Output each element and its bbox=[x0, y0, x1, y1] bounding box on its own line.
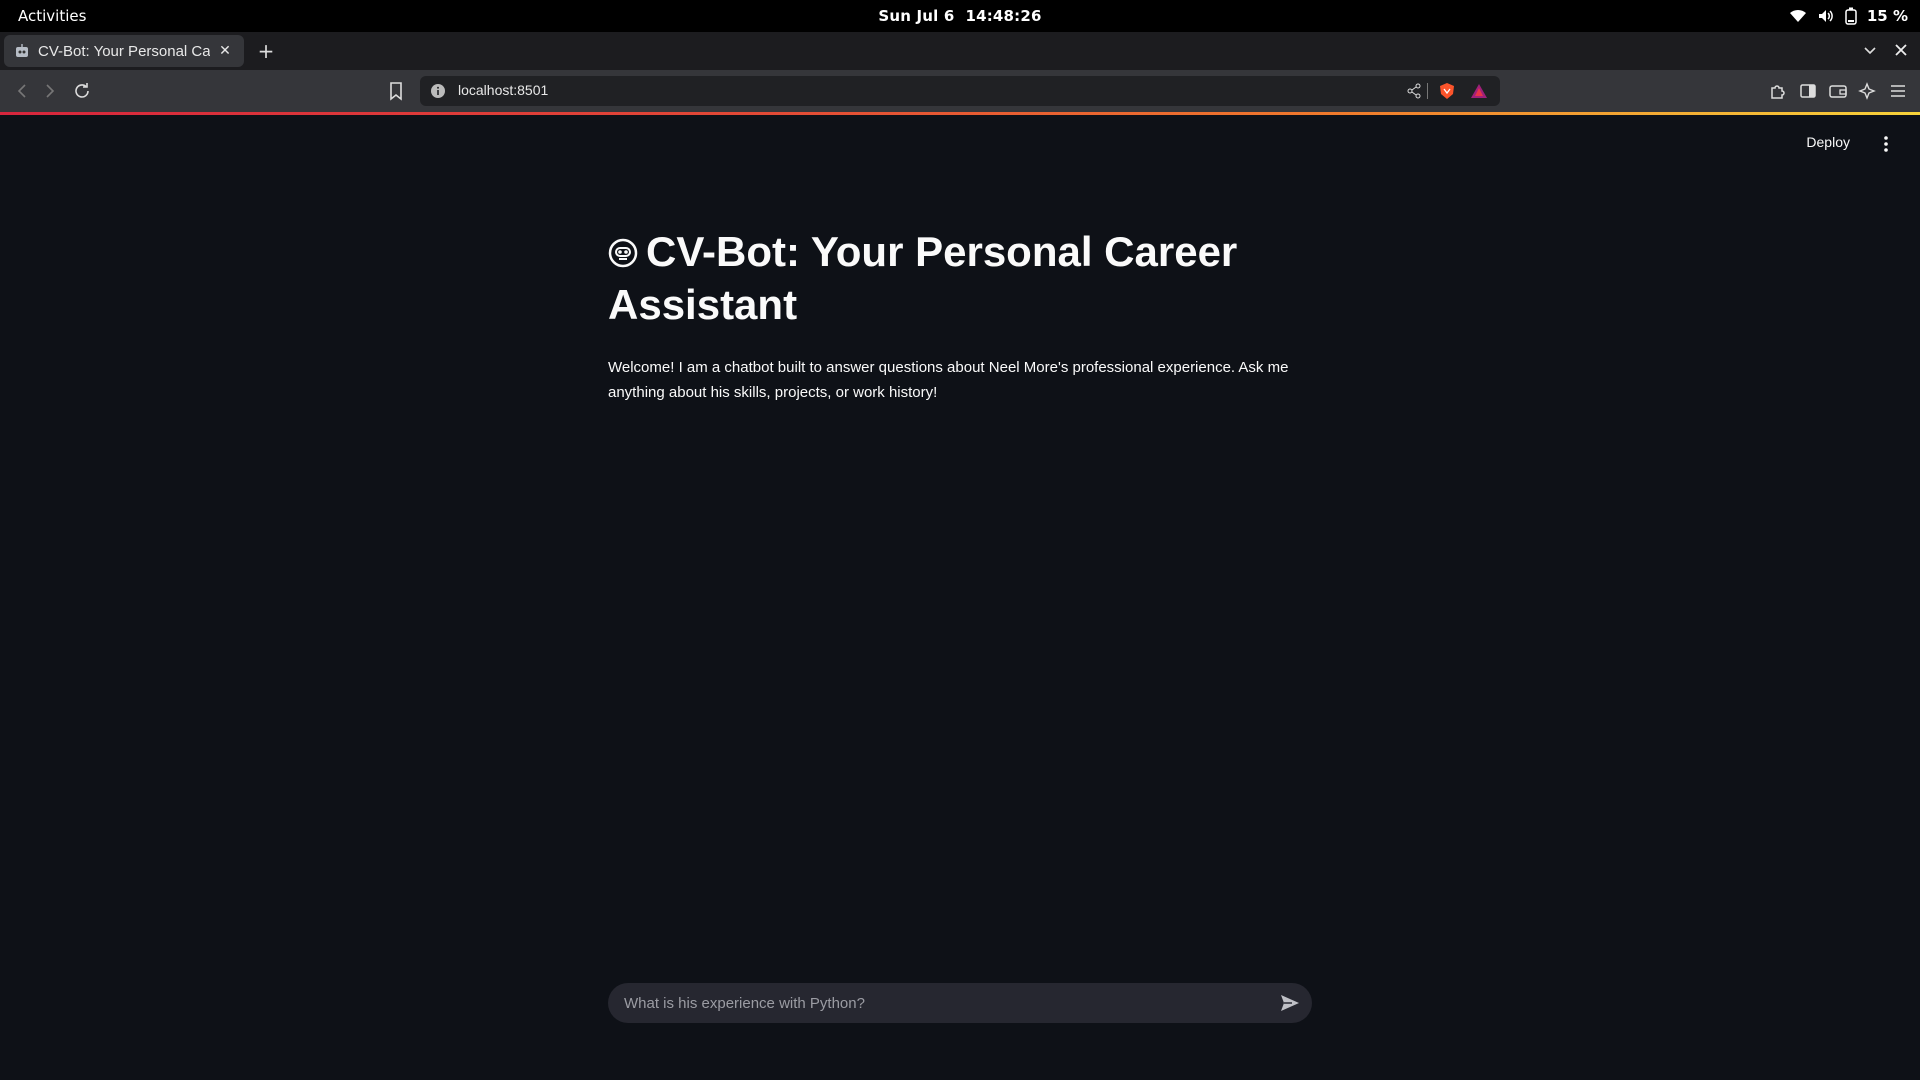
share-icon[interactable] bbox=[1406, 83, 1422, 103]
new-tab-button[interactable]: + bbox=[256, 41, 276, 61]
back-icon[interactable] bbox=[12, 81, 32, 101]
robot-favicon-icon bbox=[14, 43, 30, 59]
volume-icon bbox=[1817, 8, 1835, 24]
battery-icon bbox=[1845, 7, 1857, 25]
clock-date: Sun Jul 6 bbox=[878, 7, 955, 25]
omnibox-divider bbox=[1427, 83, 1428, 99]
clock-time: 14:48:26 bbox=[965, 7, 1042, 25]
sidebar-icon[interactable] bbox=[1798, 81, 1818, 105]
more-options-icon[interactable] bbox=[1880, 134, 1892, 154]
forward-icon[interactable] bbox=[40, 81, 60, 101]
menu-icon[interactable] bbox=[1888, 81, 1908, 105]
page-title: CV-Bot: Your Personal Career Assistant bbox=[608, 225, 1312, 331]
window-close-icon[interactable] bbox=[1892, 41, 1910, 63]
toolbar-actions bbox=[1768, 81, 1908, 105]
extensions-icon[interactable] bbox=[1768, 81, 1788, 105]
wifi-icon bbox=[1789, 8, 1807, 24]
reload-icon[interactable] bbox=[72, 81, 92, 101]
battery-percent: 15 % bbox=[1866, 7, 1908, 25]
url-text[interactable]: localhost:8501 bbox=[458, 82, 548, 98]
tab-search-chevron-icon[interactable] bbox=[1862, 42, 1878, 62]
wallet-icon[interactable] bbox=[1828, 81, 1848, 105]
brave-rewards-icon[interactable] bbox=[1470, 82, 1488, 104]
system-top-bar: Activities Sun Jul 6 14:48:26 15 % bbox=[0, 0, 1920, 32]
tab-strip: CV-Bot: Your Personal Car ✕ + bbox=[0, 32, 1920, 70]
tab-title: CV-Bot: Your Personal Car bbox=[38, 42, 210, 60]
send-icon[interactable] bbox=[1278, 991, 1302, 1015]
system-tray[interactable]: 15 % bbox=[1789, 5, 1908, 27]
tab-close-icon[interactable]: ✕ bbox=[216, 42, 234, 60]
streamlit-app: Deploy CV-Bot: Your Personal Career Assi… bbox=[0, 115, 1920, 1080]
chat-input[interactable] bbox=[624, 983, 1244, 1023]
address-bar[interactable]: localhost:8501 bbox=[420, 76, 1500, 106]
clock[interactable]: Sun Jul 6 14:48:26 bbox=[0, 7, 1920, 25]
navigation-bar: localhost:8501 bbox=[0, 70, 1920, 112]
bookmark-icon[interactable] bbox=[388, 81, 404, 105]
page-title-text: CV-Bot: Your Personal Career Assistant bbox=[608, 228, 1238, 328]
main-content: CV-Bot: Your Personal Career Assistant W… bbox=[608, 225, 1312, 405]
chat-input-box[interactable] bbox=[608, 983, 1312, 1023]
leo-ai-icon[interactable] bbox=[1858, 81, 1878, 105]
deploy-button[interactable]: Deploy bbox=[1806, 134, 1850, 150]
site-info-icon[interactable] bbox=[430, 83, 446, 99]
browser-tab[interactable]: CV-Bot: Your Personal Car ✕ bbox=[4, 35, 244, 67]
intro-text: Welcome! I am a chatbot built to answer … bbox=[608, 359, 1289, 401]
brave-shields-icon[interactable] bbox=[1438, 82, 1456, 104]
robot-face-icon bbox=[608, 227, 638, 268]
